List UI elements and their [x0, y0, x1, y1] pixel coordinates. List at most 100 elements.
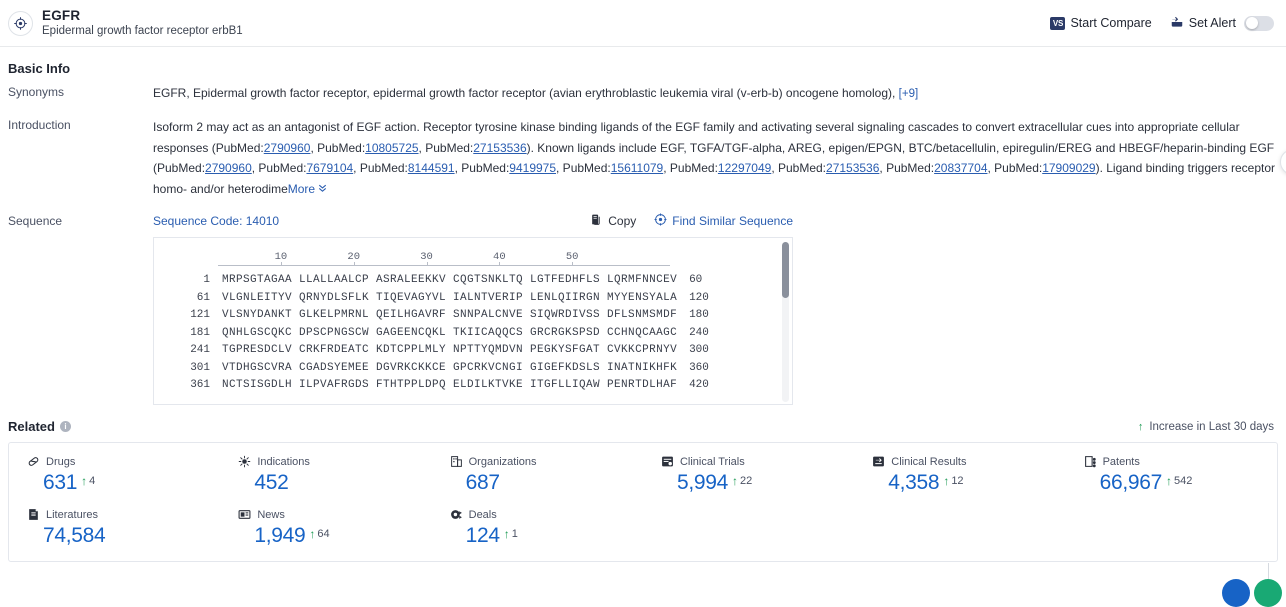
gene-full-name: Epidermal growth factor receptor erbB1 [42, 25, 243, 38]
sequence-row: Sequence Sequence Code: 14010 Copy [0, 213, 1286, 405]
related-stat-patents[interactable]: Patents 66,967↑542 [1066, 455, 1277, 496]
related-stat-organizations[interactable]: Organizations687 [432, 455, 643, 496]
stat-delta-value: 4 [89, 475, 95, 487]
sequence-line-start: 241 [172, 342, 210, 360]
floating-assistant-button[interactable] [1280, 149, 1286, 175]
alert-bell-icon [1170, 15, 1184, 32]
set-alert-label: Set Alert [1189, 16, 1236, 30]
pubmed-link[interactable]: 17909029 [1042, 161, 1095, 175]
stat-delta: ↑22 [732, 470, 752, 488]
pubmed-link[interactable]: 2790960 [264, 141, 311, 155]
intro-text-fragment: , PubMed: [419, 141, 474, 155]
introduction-value: Isoform 2 may act as an antagonist of EG… [153, 117, 1286, 199]
introduction-row: Introduction Isoform 2 may act as an ant… [0, 117, 1286, 199]
stat-value: 124 [466, 523, 500, 549]
stat-header: Clinical Results [872, 455, 1059, 468]
sequence-line-start: 61 [172, 290, 210, 308]
set-alert-toggle[interactable] [1244, 16, 1274, 31]
intro-text-fragment: , PubMed: [771, 161, 826, 175]
copy-sequence-button[interactable]: Copy [590, 213, 636, 229]
double-chevron-down-icon [317, 179, 328, 200]
sequence-line-residues: MRPSGTAGAA LLALLAALCP ASRALEEKKV CQGTSNK… [210, 272, 677, 290]
stat-label: Literatures [46, 509, 98, 521]
stat-value-row: 5,994↑22 [661, 470, 848, 496]
stat-label: Clinical Trials [680, 456, 745, 468]
stat-value-row: 66,967↑542 [1084, 470, 1271, 496]
pill-icon [27, 455, 40, 468]
pubmed-link[interactable]: 10805725 [365, 141, 418, 155]
related-stat-indications[interactable]: Indications452 [220, 455, 431, 496]
related-stat-clinical-trials[interactable]: Clinical Trials 5,994↑22 [643, 455, 854, 496]
floating-help-button[interactable] [1254, 579, 1282, 607]
intro-text-fragment: , PubMed: [556, 161, 611, 175]
floating-chat-button[interactable] [1222, 579, 1250, 607]
info-icon[interactable]: i [60, 421, 71, 432]
intro-text-fragment: , PubMed: [988, 161, 1043, 175]
introduction-label: Introduction [8, 117, 153, 199]
find-similar-sequence-button[interactable]: Find Similar Sequence [654, 213, 793, 229]
stat-value: 5,994 [677, 470, 728, 496]
sequence-line: 361NCTSISGDLH ILPVAFRGDS FTHTPPLDPQ ELDI… [172, 377, 792, 395]
pubmed-link[interactable]: 20837704 [934, 161, 987, 175]
stat-label: Drugs [46, 456, 75, 468]
sequence-line-end: 360 [677, 360, 709, 378]
sequence-line-end: 300 [677, 342, 709, 360]
sequence-label: Sequence [8, 213, 153, 405]
related-stats-grid: Drugs 631↑4Indications452Organizations687… [9, 455, 1277, 561]
deal-icon [450, 508, 463, 521]
sequence-line-residues: TGPRESDCLV CRKFRDEATC KDTCPPLMLY NPTTYQM… [210, 342, 677, 360]
synonyms-value: EGFR, Epidermal growth factor receptor, … [153, 84, 1286, 103]
introduction-more-button[interactable]: More [288, 179, 328, 200]
sequence-line-residues: VLSNYDANKT GLKELPMRNL QEILHGAVRF SNNPALC… [210, 307, 677, 325]
intro-text-fragment: , PubMed: [455, 161, 510, 175]
pubmed-link[interactable]: 2790960 [205, 161, 252, 175]
stat-value-row: 74,584 [27, 523, 214, 549]
pubmed-link[interactable]: 27153536 [826, 161, 879, 175]
ruler-baseline [218, 265, 670, 266]
sequence-line: 61VLGNLEITYV QRNYDLSFLK TIQEVAGYVL IALNT… [172, 290, 792, 308]
related-stat-news[interactable]: News1,949↑64 [220, 508, 431, 549]
find-similar-label: Find Similar Sequence [672, 214, 793, 228]
sequence-code[interactable]: Sequence Code: 14010 [153, 214, 279, 228]
sequence-scrollbar-thumb[interactable] [782, 242, 789, 298]
target-crosshair-icon [654, 213, 667, 229]
ruler-tick-label: 40 [493, 251, 506, 263]
sequence-tool-group: Copy Find Similar Sequence [590, 213, 793, 229]
sequence-scrollbar[interactable] [782, 242, 789, 402]
sequence-viewer[interactable]: 1020304050 1MRPSGTAGAA LLALLAALCP ASRALE… [153, 237, 793, 405]
basic-info-title: Basic Info [0, 47, 1286, 84]
copy-label: Copy [608, 214, 636, 228]
related-stat-literatures[interactable]: Literatures 74,584 [9, 508, 220, 549]
sequence-line: 1MRPSGTAGAA LLALLAALCP ASRALEEKKV CQGTSN… [172, 272, 792, 290]
gene-symbol: EGFR [42, 8, 243, 24]
pubmed-link[interactable]: 9419975 [509, 161, 556, 175]
start-compare-button[interactable]: VS Start Compare [1050, 16, 1151, 30]
sequence-content: 1020304050 1MRPSGTAGAA LLALLAALCP ASRALE… [154, 250, 792, 395]
stat-value-row: 452 [238, 470, 425, 496]
pubmed-link[interactable]: 8144591 [408, 161, 455, 175]
stat-delta-value: 1 [512, 528, 518, 540]
stat-header: Patents [1084, 455, 1271, 468]
related-stat-deals[interactable]: Deals124↑1 [432, 508, 643, 549]
pubmed-link[interactable]: 15611079 [611, 161, 664, 175]
stat-delta: ↑12 [943, 470, 963, 488]
stat-delta-value: 12 [951, 475, 963, 487]
stat-label: Patents [1103, 456, 1140, 468]
stat-header: Clinical Trials [661, 455, 848, 468]
sequence-line-end: 180 [677, 307, 709, 325]
stat-header: Drugs [27, 455, 214, 468]
synonyms-more-link[interactable]: [+9] [899, 88, 919, 100]
pubmed-link[interactable]: 27153536 [473, 141, 526, 155]
related-stat-clinical-results[interactable]: Clinical Results4,358↑12 [854, 455, 1065, 496]
stat-value: 66,967 [1100, 470, 1162, 496]
sequence-body: Sequence Code: 14010 Copy [153, 213, 1286, 405]
pubmed-link[interactable]: 12297049 [718, 161, 771, 175]
stat-value-row: 631↑4 [27, 470, 214, 496]
stat-header: Organizations [450, 455, 637, 468]
set-alert-control[interactable]: Set Alert [1170, 15, 1274, 32]
related-stat-drugs[interactable]: Drugs 631↑4 [9, 455, 220, 496]
sequence-toolbar: Sequence Code: 14010 Copy [153, 213, 793, 229]
intro-text-fragment: , PubMed: [252, 161, 307, 175]
sequence-line-end: 120 [677, 290, 709, 308]
pubmed-link[interactable]: 7679104 [306, 161, 353, 175]
